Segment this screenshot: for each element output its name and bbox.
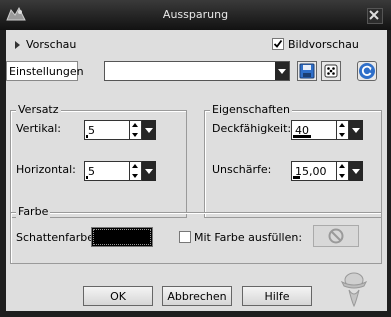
blur-spinner[interactable]: 15,00	[291, 161, 363, 181]
vertical-slider-button[interactable]	[142, 120, 156, 140]
horizontal-updown[interactable]	[130, 161, 142, 181]
checkmark-icon	[273, 39, 283, 48]
properties-group-title: Eigenschaften	[210, 103, 292, 116]
horizontal-level-bar	[86, 176, 88, 179]
blur-slider-button[interactable]	[349, 161, 363, 181]
chevron-down-icon	[352, 128, 360, 133]
presets-combobox[interactable]	[104, 61, 290, 81]
disabled-icon	[328, 228, 344, 244]
vertical-updown[interactable]	[130, 120, 142, 140]
blur-updown[interactable]	[337, 161, 349, 181]
randomize-button[interactable]	[321, 61, 341, 81]
close-button[interactable]	[367, 8, 383, 24]
vertical-input[interactable]: 5	[84, 120, 130, 140]
reset-arrow-icon	[359, 63, 375, 79]
chevron-down-icon	[145, 128, 153, 133]
opacity-spinner[interactable]: 40	[291, 120, 363, 140]
horizontal-slider-button[interactable]	[142, 161, 156, 181]
blur-level-bar	[293, 176, 300, 179]
shadow-color-swatch[interactable]	[91, 227, 153, 247]
vertical-spinner[interactable]: 5	[84, 120, 156, 140]
horizontal-spinner[interactable]: 5	[84, 161, 156, 181]
vertical-label: Vertikal:	[16, 122, 62, 135]
presets-label-box: Einstellungen	[6, 61, 84, 81]
opacity-updown[interactable]	[337, 120, 349, 140]
vertical-level-bar	[86, 135, 88, 138]
title-bar: Aussparung	[0, 0, 391, 30]
chevron-down-icon	[145, 169, 153, 174]
expand-arrow-icon[interactable]	[15, 41, 20, 49]
save-preset-button[interactable]	[297, 61, 317, 81]
opacity-slider-button[interactable]	[349, 120, 363, 140]
floppy-disk-icon	[299, 63, 315, 79]
blur-input[interactable]: 15,00	[291, 161, 337, 181]
presets-label: Einstellungen	[9, 65, 84, 78]
opacity-input[interactable]: 40	[291, 120, 337, 140]
fill-color-label: Mit Farbe ausfüllen:	[194, 231, 303, 244]
color-group-title: Farbe	[16, 205, 51, 218]
close-icon	[369, 10, 379, 20]
dice-icon	[324, 64, 338, 78]
vertical-value: 5	[88, 124, 95, 137]
cancel-button[interactable]: Abbrechen	[162, 286, 232, 306]
chevron-down-icon	[352, 169, 360, 174]
reset-button[interactable]	[357, 61, 377, 81]
opacity-level-bar	[293, 135, 311, 138]
horizontal-value: 5	[88, 165, 95, 178]
opacity-label: Deckfähigkeit:	[212, 122, 292, 135]
presets-dropdown-button[interactable]	[275, 62, 289, 80]
horizontal-label: Horizontal:	[16, 163, 76, 176]
fill-color-checkbox[interactable]	[179, 231, 191, 243]
fill-color-swatch[interactable]	[313, 225, 359, 247]
window-title: Aussparung	[162, 8, 229, 21]
help-button[interactable]: Hilfe	[242, 286, 312, 306]
offset-group-title: Versatz	[16, 103, 61, 116]
horizontal-input[interactable]: 5	[84, 161, 130, 181]
chevron-down-icon	[278, 69, 286, 74]
ok-button[interactable]: OK	[83, 286, 153, 306]
emblem-logo	[334, 268, 374, 308]
image-preview-label: Bildvorschau	[288, 38, 359, 51]
dialog-body: Vorschau Bildvorschau Einstellungen Vers…	[6, 30, 387, 311]
blur-label: Unschärfe:	[212, 163, 272, 176]
shadow-color-label: Schattenfarbe:	[16, 231, 98, 244]
image-preview-checkbox[interactable]	[272, 38, 284, 50]
preview-toggle-label[interactable]: Vorschau	[26, 38, 76, 51]
